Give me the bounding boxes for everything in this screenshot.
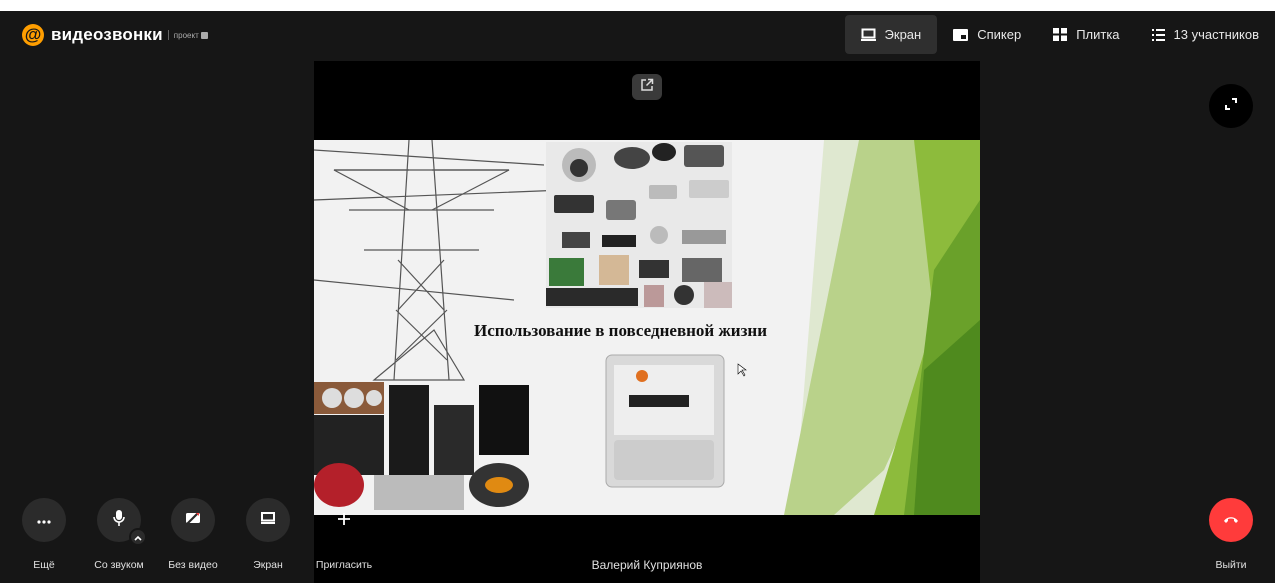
sound-label: Со звуком — [94, 559, 144, 571]
logo-text: видеозвонки — [51, 25, 163, 44]
microphone-options-button[interactable] — [129, 528, 147, 546]
fullscreen-button[interactable] — [1209, 84, 1253, 128]
invite-button[interactable] — [334, 511, 354, 531]
top-bar: @ видеозвонки проект Экран Спикер Плитка… — [0, 11, 1275, 59]
participants-count: 13 участников — [1173, 27, 1259, 42]
app-logo[interactable]: @ видеозвонки проект — [22, 24, 208, 46]
camera-button[interactable] — [171, 498, 215, 542]
participants-list-icon — [1151, 28, 1165, 41]
camera-off-icon — [185, 510, 201, 530]
view-mode-switcher: Экран Спикер Плитка 13 участников — [844, 15, 1275, 54]
electric-meter-image — [605, 354, 725, 488]
view-mode-label: Спикер — [977, 27, 1022, 42]
shared-screen: Использование в повседневной жизни Валер… — [314, 61, 980, 583]
chevron-up-icon — [134, 528, 142, 546]
view-mode-grid[interactable]: Плитка — [1037, 15, 1135, 54]
microphone-button[interactable] — [97, 498, 147, 546]
hangup-icon — [1223, 511, 1239, 529]
microphone-icon — [113, 509, 125, 531]
speaker-name: Валерий Куприянов — [591, 558, 703, 572]
expand-icon — [1224, 97, 1238, 116]
screen-label: Экран — [253, 559, 283, 571]
audio-equipment-image — [314, 382, 529, 510]
more-dots-icon — [37, 511, 51, 529]
view-mode-screen[interactable]: Экран — [844, 15, 938, 54]
project-icon — [200, 31, 208, 39]
screen-share-icon — [261, 511, 275, 529]
speaker-icon — [953, 28, 969, 41]
plus-icon — [337, 512, 351, 531]
logo-at-icon: @ — [22, 24, 44, 46]
external-link-icon — [640, 78, 654, 97]
invite-label: Пригласить — [315, 559, 373, 571]
video-label: Без видео — [168, 559, 218, 571]
view-mode-label: Экран — [884, 27, 922, 42]
logo-subtitle: проект — [173, 30, 199, 40]
more-label: Ещё — [33, 559, 55, 571]
more-button[interactable] — [22, 498, 66, 542]
screen-share-button[interactable] — [246, 498, 290, 542]
presentation-slide: Использование в повседневной жизни — [314, 140, 980, 515]
view-mode-label: Плитка — [1076, 27, 1120, 42]
popout-button[interactable] — [632, 74, 662, 100]
participants-button[interactable]: 13 участников — [1136, 15, 1275, 54]
leave-call-button[interactable] — [1209, 498, 1253, 542]
video-call-app: @ видеозвонки проект Экран Спикер Плитка… — [0, 11, 1275, 583]
power-tower-image — [314, 140, 565, 381]
view-mode-speaker[interactable]: Спикер — [937, 15, 1037, 54]
screen-icon — [860, 28, 876, 41]
slide-title: Использование в повседневной жизни — [474, 321, 768, 340]
security-equipment-image — [546, 142, 732, 308]
logo-divider — [167, 30, 169, 40]
leave-label: Выйти — [1215, 559, 1247, 571]
grid-icon — [1053, 28, 1068, 41]
